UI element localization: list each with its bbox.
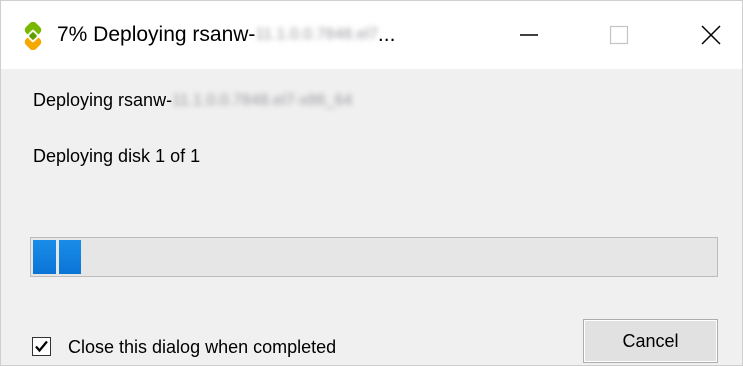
title-ellipsis: ... — [377, 23, 396, 46]
deploying-vm-label: Deploying rsanw-11.1.0.0.7848.el7-x86_64 — [33, 90, 352, 111]
title-bar[interactable]: 7% Deploying rsanw-11.1.0.0.7848.el7... — [1, 1, 742, 69]
deploying-blurred-version: 11.1.0.0.7848.el7-x86_64 — [172, 92, 353, 110]
deploying-prefix: Deploying rsanw- — [33, 90, 173, 110]
maximize-button[interactable] — [589, 1, 649, 69]
minimize-icon — [520, 34, 538, 36]
title-blurred-version: 11.1.0.0.7848.el7 — [255, 26, 378, 44]
dialog-content: Deploying rsanw-11.1.0.0.7848.el7-x86_64… — [1, 69, 742, 365]
title-prefix: 7% Deploying rsanw- — [57, 23, 256, 46]
minimize-button[interactable] — [499, 1, 559, 69]
progress-bar — [30, 237, 718, 277]
maximize-icon — [609, 25, 629, 45]
progress-segment — [33, 240, 56, 274]
progress-segment — [59, 240, 81, 274]
close-button[interactable] — [681, 1, 741, 69]
close-when-completed-label: Close this dialog when completed — [68, 337, 337, 357]
cancel-button[interactable]: Cancel — [583, 319, 718, 363]
disk-status-label: Deploying disk 1 of 1 — [33, 146, 201, 166]
window-title: 7% Deploying rsanw-11.1.0.0.7848.el7... — [57, 23, 395, 47]
close-when-completed-checkbox[interactable] — [32, 337, 51, 356]
close-icon — [701, 25, 721, 45]
deploy-dialog: 7% Deploying rsanw-11.1.0.0.7848.el7... … — [0, 0, 743, 366]
checkmark-icon — [35, 340, 48, 353]
progress-bar-fill — [33, 240, 81, 274]
vsphere-app-icon — [24, 22, 42, 50]
